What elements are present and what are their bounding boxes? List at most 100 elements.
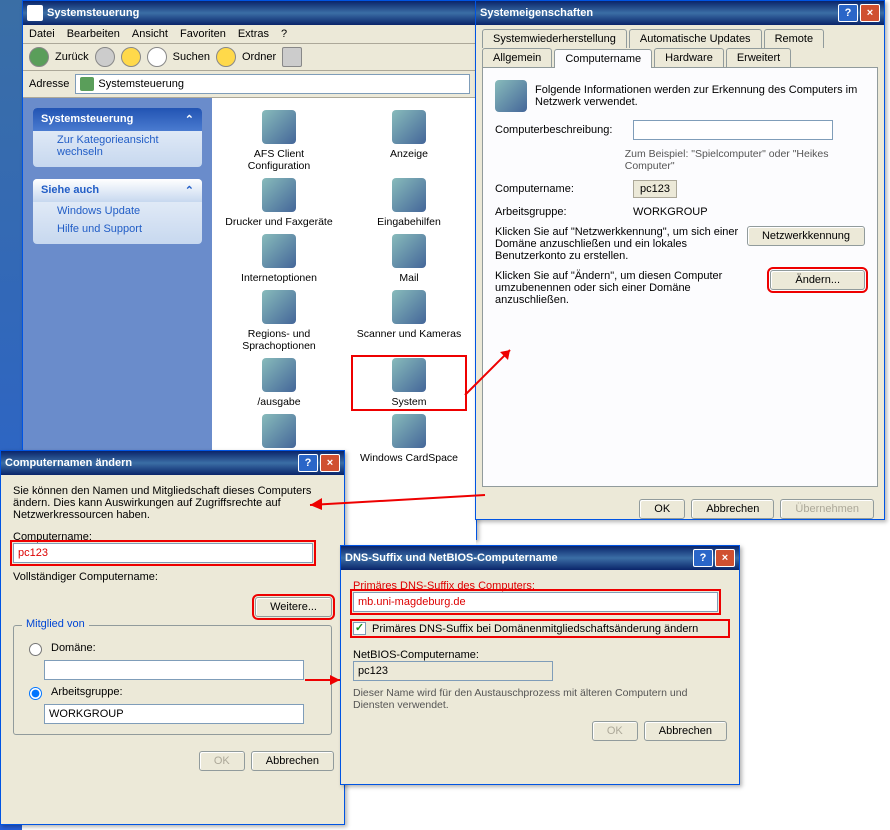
cp-icon-label: Regions- und Sprachoptionen xyxy=(224,328,334,352)
dns-titlebar[interactable]: DNS-Suffix und NetBIOS-Computername ? × xyxy=(341,546,739,570)
domain-label: Domäne: xyxy=(51,642,96,654)
help-support-link[interactable]: Hilfe und Support xyxy=(33,220,202,238)
suffix-checkbox[interactable]: ✓ xyxy=(353,622,366,635)
sysprops-titlebar[interactable]: Systemeigenschaften ? × xyxy=(476,1,884,25)
address-field[interactable]: Systemsteuerung xyxy=(75,74,470,94)
desc-hint: Zum Beispiel: "Spielcomputer" oder "Heik… xyxy=(625,148,865,172)
domain-radio[interactable]: Domäne: xyxy=(24,640,321,656)
cp-icon-display[interactable]: Anzeige xyxy=(354,110,464,172)
folders-label[interactable]: Ordner xyxy=(242,51,276,63)
close-button[interactable]: × xyxy=(860,4,880,22)
cp-icon-afs[interactable]: AFS Client Configuration xyxy=(224,110,334,172)
workgroup-label: Arbeitsgruppe: xyxy=(51,686,123,698)
tab-hardware[interactable]: Hardware xyxy=(654,48,724,67)
change-text: Klicken Sie auf "Ändern", um diesen Comp… xyxy=(495,270,762,306)
search-label[interactable]: Suchen xyxy=(173,51,210,63)
domain-field[interactable] xyxy=(44,660,304,680)
folders-icon[interactable] xyxy=(216,47,236,67)
tab-advanced[interactable]: Erweitert xyxy=(726,48,791,67)
rename-name-label: Computername: xyxy=(13,531,332,543)
tab-updates[interactable]: Automatische Updates xyxy=(629,29,762,48)
cp-icon-label: System xyxy=(354,396,464,408)
cp-icon-label: Scanner und Kameras xyxy=(354,328,464,340)
cp-panel-seealso-header[interactable]: Siehe auch ⌃ xyxy=(33,179,202,202)
help-button[interactable]: ? xyxy=(693,549,713,567)
cp-panel-main: Systemsteuerung ⌃ Zur Kategorieansicht w… xyxy=(33,108,202,167)
collapse-icon[interactable]: ⌃ xyxy=(185,184,194,197)
cp-icon-label: Internetoptionen xyxy=(224,272,334,284)
cp-toolbar: Zurück Suchen Ordner xyxy=(23,44,476,71)
suffix-field[interactable] xyxy=(353,592,718,612)
netid-button[interactable]: Netzwerkkennung xyxy=(747,226,865,246)
windows-update-link[interactable]: Windows Update xyxy=(33,202,202,220)
address-label: Adresse xyxy=(29,78,69,90)
cp-icon-scanners[interactable]: Scanner und Kameras xyxy=(354,290,464,352)
menu-view[interactable]: Ansicht xyxy=(132,28,168,40)
change-button[interactable]: Ändern... xyxy=(770,270,865,290)
dns-note: Dieser Name wird für den Austauschprozes… xyxy=(353,687,727,711)
close-button[interactable]: × xyxy=(715,549,735,567)
name-value: pc123 xyxy=(633,180,677,198)
search-icon[interactable] xyxy=(147,47,167,67)
cp-icon-mail[interactable]: Mail xyxy=(354,234,464,284)
sysprops-buttons: OK Abbrechen Übernehmen xyxy=(476,493,884,525)
rename-buttons: OK Abbrechen xyxy=(1,745,344,777)
cp-icon-system[interactable]: System xyxy=(354,358,464,408)
tab-remote[interactable]: Remote xyxy=(764,29,825,48)
sysprops-tabs-row1: Systemwiederherstellung Automatische Upd… xyxy=(476,25,884,48)
menu-file[interactable]: Datei xyxy=(29,28,55,40)
workgroup-field[interactable] xyxy=(44,704,304,724)
rename-titlebar[interactable]: Computernamen ändern ? × xyxy=(1,451,344,475)
audio-icon xyxy=(262,358,296,392)
menu-edit[interactable]: Bearbeiten xyxy=(67,28,120,40)
cp-icon-accessibility[interactable]: Eingabehilfen xyxy=(354,178,464,228)
menu-help[interactable]: ? xyxy=(281,28,287,40)
group-value: WORKGROUP xyxy=(633,206,708,218)
up-icon[interactable] xyxy=(121,47,141,67)
printer-icon xyxy=(262,178,296,212)
menu-extras[interactable]: Extras xyxy=(238,28,269,40)
domain-radio-input[interactable] xyxy=(29,643,42,656)
member-group: Mitglied von Domäne: Arbeitsgruppe: xyxy=(13,625,332,735)
back-label[interactable]: Zurück xyxy=(55,51,89,63)
scanner-icon xyxy=(392,290,426,324)
cancel-button[interactable]: Abbrechen xyxy=(251,751,334,771)
cp-icon-audio[interactable]: /ausgabe xyxy=(224,358,334,408)
rename-name-field[interactable] xyxy=(13,543,313,563)
cp-titlebar[interactable]: Systemsteuerung xyxy=(23,1,476,25)
cp-panel-main-header[interactable]: Systemsteuerung ⌃ xyxy=(33,108,202,131)
cp-icon-label: Windows CardSpace xyxy=(354,452,464,464)
cp-panel-seealso: Siehe auch ⌃ Windows Update Hilfe und Su… xyxy=(33,179,202,244)
tab-restore[interactable]: Systemwiederherstellung xyxy=(482,29,627,48)
dns-title: DNS-Suffix und NetBIOS-Computername xyxy=(345,552,558,564)
close-button[interactable]: × xyxy=(320,454,340,472)
views-icon[interactable] xyxy=(282,47,302,67)
cancel-button[interactable]: Abbrechen xyxy=(644,721,727,741)
system-icon xyxy=(392,358,426,392)
workgroup-radio-input[interactable] xyxy=(29,687,42,700)
rename-intro: Sie können den Namen und Mitgliedschaft … xyxy=(13,485,332,521)
cancel-button[interactable]: Abbrechen xyxy=(691,499,774,519)
back-icon[interactable] xyxy=(29,47,49,67)
tab-computername[interactable]: Computername xyxy=(554,49,652,68)
cp-icon-printers[interactable]: Drucker und Faxgeräte xyxy=(224,178,334,228)
cp-icon-label: /ausgabe xyxy=(224,396,334,408)
collapse-icon[interactable]: ⌃ xyxy=(185,113,194,126)
accessibility-icon xyxy=(392,178,426,212)
help-button[interactable]: ? xyxy=(838,4,858,22)
more-button[interactable]: Weitere... xyxy=(255,597,332,617)
name-label: Computername: xyxy=(495,183,625,195)
switch-category-link[interactable]: Zur Kategorieansicht wechseln xyxy=(33,131,202,161)
display-icon xyxy=(392,110,426,144)
menu-fav[interactable]: Favoriten xyxy=(180,28,226,40)
help-button[interactable]: ? xyxy=(298,454,318,472)
rename-title: Computernamen ändern xyxy=(5,457,132,469)
cp-icon-internet[interactable]: Internetoptionen xyxy=(224,234,334,284)
cp-icon-regional[interactable]: Regions- und Sprachoptionen xyxy=(224,290,334,352)
ok-button[interactable]: OK xyxy=(639,499,685,519)
tab-general[interactable]: Allgemein xyxy=(482,48,552,67)
chk-label: Primäres DNS-Suffix bei Domänenmitglieds… xyxy=(372,623,698,635)
cp-icon-cardspace[interactable]: Windows CardSpace xyxy=(354,414,464,464)
desc-field[interactable] xyxy=(633,120,833,140)
workgroup-radio[interactable]: Arbeitsgruppe: xyxy=(24,684,321,700)
